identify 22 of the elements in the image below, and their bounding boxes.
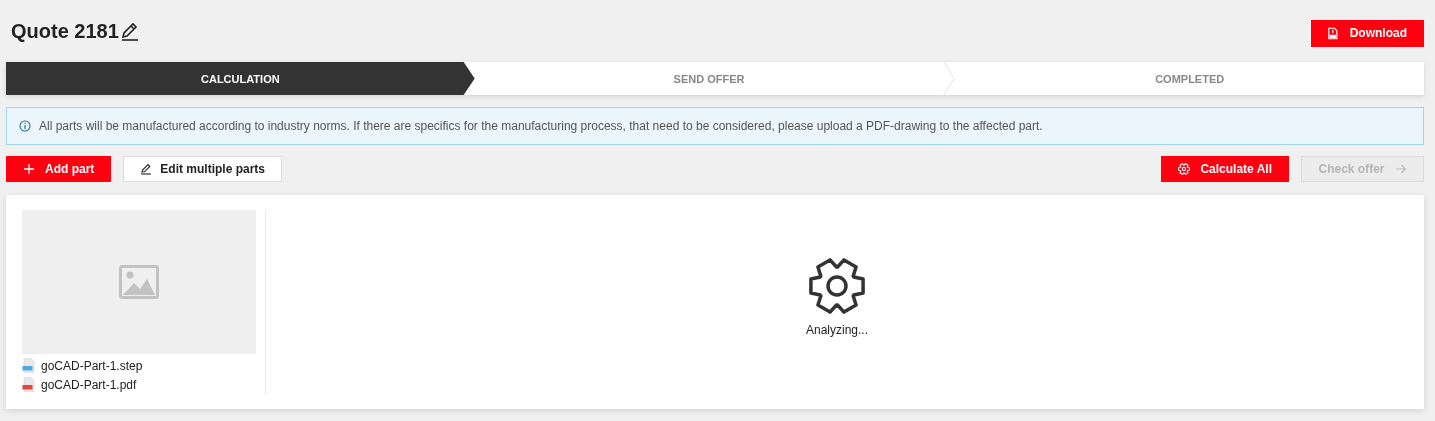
step-tab[interactable]: COMPLETED bbox=[955, 62, 1424, 95]
add-part-button[interactable]: Add part bbox=[6, 156, 112, 182]
gear-icon bbox=[1178, 163, 1191, 175]
status-text: Analyzing... bbox=[805, 322, 868, 337]
image-icon bbox=[119, 265, 159, 299]
step-divider bbox=[943, 62, 956, 95]
info-icon bbox=[19, 120, 31, 132]
calculate-button[interactable]: Calculate All bbox=[1161, 156, 1289, 182]
download-button[interactable]: Download bbox=[1311, 19, 1424, 47]
file-name[interactable]: goCAD-Part-1.step bbox=[41, 358, 143, 373]
quote-title: Quote 2181 bbox=[11, 19, 119, 43]
plus-icon bbox=[23, 163, 35, 175]
edit-parts-button[interactable]: Edit multiple parts bbox=[123, 156, 283, 182]
step-tab[interactable]: CALCULATION bbox=[6, 62, 475, 95]
edit-icon[interactable] bbox=[119, 22, 140, 42]
info-text: All parts will be manufactured according to industry norms. If there are specifics for the manufacturing process, that need to be considered, please upload a PDF-drawing to the affected part. bbox=[39, 119, 1043, 133]
file-name[interactable]: goCAD-Part-1.pdf bbox=[41, 377, 137, 392]
pencil-icon bbox=[140, 163, 153, 175]
file-icon bbox=[22, 358, 35, 373]
step-tab[interactable]: SEND OFFER bbox=[474, 62, 944, 95]
arrow-right-icon bbox=[1394, 163, 1407, 175]
file-icon bbox=[22, 377, 35, 392]
